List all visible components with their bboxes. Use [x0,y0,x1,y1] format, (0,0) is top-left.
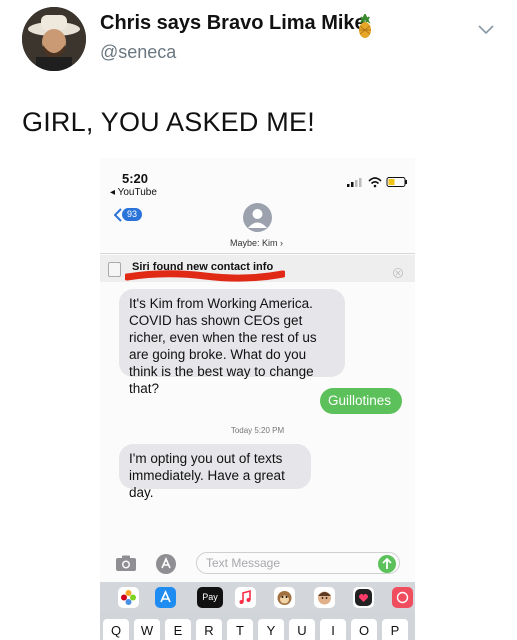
contact-name[interactable]: Maybe: Kim › [230,238,283,248]
status-icons [347,175,409,193]
header-divider [100,253,415,254]
send-button[interactable] [378,555,396,573]
camera-icon[interactable] [115,554,137,577]
key-e[interactable]: E [165,619,191,640]
music-icon[interactable] [235,587,256,608]
key-r[interactable]: R [196,619,222,640]
message-bubble-outgoing[interactable]: Guillotines [320,388,402,414]
contact-avatar[interactable] [243,203,272,232]
close-icon[interactable] [393,265,403,283]
key-q[interactable]: Q [103,619,129,640]
author-handle[interactable]: @seneca [100,42,176,63]
key-p[interactable]: P [382,619,408,640]
status-time: 5:20 [122,171,149,186]
key-u[interactable]: U [289,619,315,640]
tweet-text: GIRL, YOU ASKED ME! [22,107,315,137]
memoji-icon[interactable] [314,587,335,608]
author-name[interactable]: Chris says Bravo Lima Mike [100,12,366,35]
apple-pay-icon[interactable]: Pay [197,587,223,608]
chevron-down-icon[interactable] [478,22,494,40]
key-y[interactable]: Y [258,619,284,640]
more-apps-icon[interactable] [392,587,413,608]
message-timestamp: Today 5:20 PM [230,426,285,435]
app-store-app-icon[interactable] [155,587,176,608]
message-bubble-incoming[interactable]: I'm opting you out of texts immediately.… [119,444,311,500]
app-store-icon[interactable] [155,553,177,580]
key-t[interactable]: T [227,619,253,640]
message-bubble-incoming[interactable]: It's Kim from Working America. COVID has… [119,289,345,396]
attached-screenshot[interactable]: 5:20 ◂ YouTube 93 Maybe: Kim › Siri foun… [100,158,415,640]
key-i[interactable]: I [320,619,346,640]
message-input-placeholder: Text Message [206,556,281,570]
redaction-scribble [123,269,287,288]
unread-badge[interactable]: 93 [122,208,142,221]
contact-card-icon [108,262,121,277]
digital-touch-icon[interactable] [353,587,374,608]
key-w[interactable]: W [134,619,160,640]
key-o[interactable]: O [351,619,377,640]
pineapple-emoji-icon [356,12,374,43]
animoji-monkey-icon[interactable] [274,587,295,608]
back-chevron-icon[interactable] [113,208,122,227]
status-back-youtube: ◂ YouTube [110,187,157,198]
author-avatar[interactable] [22,7,86,71]
photos-icon[interactable] [118,587,139,608]
